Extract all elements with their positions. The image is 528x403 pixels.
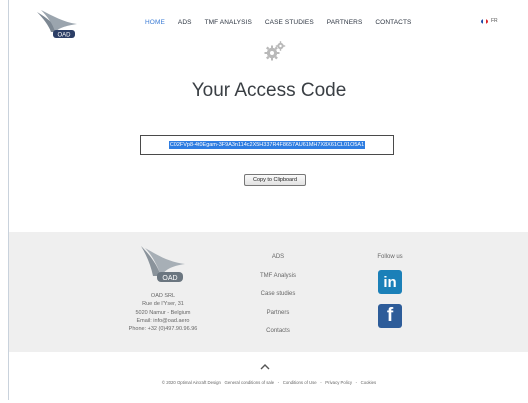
company-info: OAD SRL Rue de l'Yser, 31 5020 Namur - B…	[93, 292, 233, 333]
oad-logo[interactable]: OAD	[33, 8, 81, 40]
legal-separator: -	[320, 380, 322, 385]
language-label: FR	[491, 18, 498, 24]
copyright-text: © 2020 Optimal Aircraft Design	[161, 380, 221, 385]
access-code-text[interactable]: C02FVp8-4t0Egam-3F9A3n114c2X5H337R4F8657…	[168, 141, 366, 149]
conditions-link[interactable]: Conditions of Use	[283, 380, 317, 385]
nav-case-studies[interactable]: CASE STUDIES	[265, 19, 314, 26]
site-footer: OAD OAD SRL Rue de l'Yser, 31 5020 Namur…	[9, 232, 528, 352]
facebook-icon[interactable]: f	[378, 304, 402, 328]
chevron-up-icon[interactable]	[259, 362, 271, 372]
company-phone: Phone: +32 (0)497.90.96.96	[128, 326, 198, 333]
footer-oad-logo: OAD	[141, 246, 185, 282]
legal-bar: © 2020 Optimal Aircraft Design General c…	[9, 380, 528, 385]
footer-link-contacts[interactable]: Contacts	[243, 328, 313, 347]
legal-separator: -	[355, 380, 358, 385]
copy-to-clipboard-button[interactable]: Copy to Clipboard	[244, 174, 306, 186]
nav-tmf-analysis[interactable]: TMF ANALYSIS	[205, 19, 252, 26]
cookies-link[interactable]: Cookies	[361, 380, 377, 385]
nav-home[interactable]: HOME	[145, 19, 165, 26]
gears-icon	[264, 41, 286, 61]
nav-ads[interactable]: ADS	[178, 19, 192, 26]
french-flag-icon	[481, 18, 488, 24]
language-switcher[interactable]: FR	[481, 18, 498, 24]
company-street: Rue de l'Yser, 31	[142, 301, 184, 308]
page-frame: OAD HOME ADS TMF ANALYSIS CASE STUDIES P…	[8, 0, 528, 400]
logo-text: OAD	[57, 33, 71, 39]
footer-links: ADS TMF Analysis Case studies Partners C…	[243, 254, 313, 347]
footer-link-case-studies[interactable]: Case studies	[243, 291, 313, 310]
follow-us-label: Follow us	[377, 254, 403, 260]
main-nav: HOME ADS TMF ANALYSIS CASE STUDIES PARTN…	[145, 19, 424, 26]
company-email: Email: info@oad.aero	[136, 317, 190, 324]
nav-contacts[interactable]: CONTACTS	[375, 19, 411, 26]
footer-link-tmf-analysis[interactable]: TMF Analysis	[243, 273, 313, 292]
page-title: Your Access Code	[191, 80, 347, 101]
linkedin-icon[interactable]: in	[378, 270, 402, 294]
privacy-link[interactable]: Privacy Policy	[325, 380, 352, 385]
footer-logo-text: OAD	[162, 275, 177, 282]
nav-partners[interactable]: PARTNERS	[327, 19, 363, 26]
legal-separator: -	[277, 380, 280, 385]
footer-bottom: © 2020 Optimal Aircraft Design General c…	[9, 352, 528, 400]
access-code-field[interactable]: C02FVp8-4t0Egam-3F9A3n114c2X5H337R4F8657…	[140, 135, 394, 155]
terms-link[interactable]: General conditions of sale	[224, 380, 274, 385]
company-city: 5020 Namur - Belgium	[135, 309, 191, 316]
company-name: OAD SRL	[150, 293, 176, 299]
footer-link-ads[interactable]: ADS	[243, 254, 313, 273]
footer-link-partners[interactable]: Partners	[243, 310, 313, 329]
